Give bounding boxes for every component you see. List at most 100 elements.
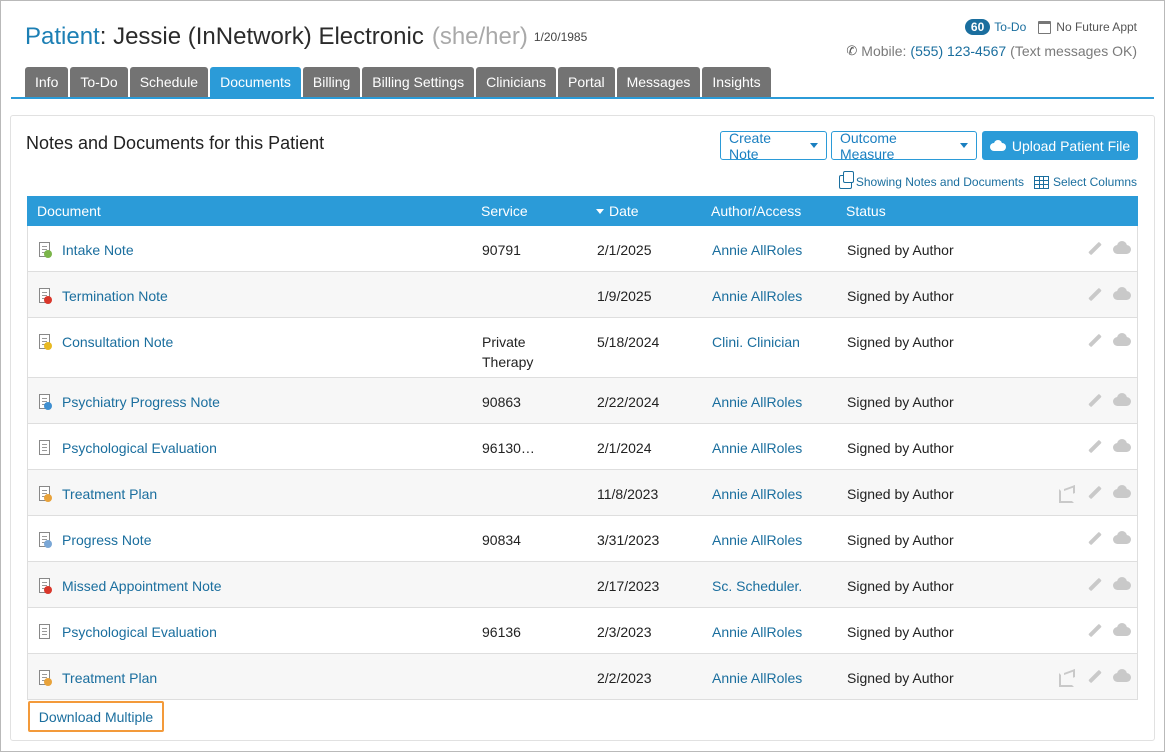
author-link[interactable]: Annie AllRoles [712,240,802,260]
no-future-appt-label: No Future Appt [1056,20,1137,34]
sort-desc-icon [596,208,604,214]
document-link[interactable]: Consultation Note [62,332,173,352]
cloud-download-icon[interactable] [1113,332,1131,350]
column-author[interactable]: Author/Access [711,196,801,226]
documents-panel: Notes and Documents for this Patient Cre… [10,115,1155,741]
author-link[interactable]: Annie AllRoles [712,530,802,550]
document-link[interactable]: Treatment Plan [62,668,157,688]
tab-billing[interactable]: Billing [302,67,361,97]
document-link[interactable]: Missed Appointment Note [62,576,222,596]
service-cell: 90834 [482,532,521,548]
pencil-icon[interactable] [1085,438,1103,456]
table-row: Treatment Plan 11/8/2023 Annie AllRoles Sig… [27,470,1138,516]
pencil-icon[interactable] [1085,332,1103,350]
column-date[interactable]: Date [596,196,639,226]
tab-info[interactable]: Info [25,67,69,97]
status-cell: Signed by Author [847,394,954,410]
author-link[interactable]: Annie AllRoles [712,668,802,688]
pencil-icon[interactable] [1085,530,1103,548]
cloud-download-icon[interactable] [1113,668,1131,686]
pencil-icon[interactable] [1085,576,1103,594]
create-note-button[interactable]: Create Note [720,130,827,162]
author-link[interactable]: Annie AllRoles [712,392,802,412]
cloud-download-icon[interactable] [1113,286,1131,304]
service-cell: Private Therapy [482,334,534,370]
treatment-plan-icon [38,670,52,686]
pencil-icon[interactable] [1085,668,1103,686]
tab-messages[interactable]: Messages [616,67,701,97]
document-link[interactable]: Treatment Plan [62,484,157,504]
document-link[interactable]: Psychological Evaluation [62,438,217,458]
tab-documents[interactable]: Documents [210,67,301,97]
evaluation-icon [38,624,52,640]
author-link[interactable]: Annie AllRoles [712,286,802,306]
document-link[interactable]: Psychological Evaluation [62,622,217,642]
date-cell: 2/22/2024 [597,394,660,410]
document-link[interactable]: Termination Note [62,286,168,306]
author-link[interactable]: Sc. Scheduler. [712,576,802,596]
table-row: Termination Note 1/9/2025 Annie AllRoles Si… [27,272,1138,318]
status-cell: Signed by Author [847,242,954,258]
author-link[interactable]: Annie AllRoles [712,622,802,642]
upload-file-label: Upload Patient File [1011,137,1131,154]
tab-insights[interactable]: Insights [702,67,771,97]
column-document[interactable]: Document [37,196,101,226]
author-link[interactable]: Annie AllRoles [712,484,802,504]
status-cell: Signed by Author [847,288,954,304]
upload-patient-file-button[interactable]: Upload Patient File [982,131,1138,160]
cloud-download-icon[interactable] [1113,438,1131,456]
app-window: Patient: Jessie (InNetwork) Electronic (s… [0,0,1165,752]
cloud-download-icon[interactable] [1113,530,1131,548]
status-cell: Signed by Author [847,532,954,548]
pencil-icon[interactable] [1085,392,1103,410]
todo-link[interactable]: 60 To-Do [964,19,1026,35]
column-service[interactable]: Service [481,196,528,226]
tab-portal[interactable]: Portal [558,67,615,97]
cloud-download-icon[interactable] [1113,576,1131,594]
status-cell: Signed by Author [847,624,954,640]
row-actions [1085,622,1131,640]
mobile-note: (Text messages OK) [1010,43,1137,59]
pencil-icon[interactable] [1085,622,1103,640]
tab-billing-settings[interactable]: Billing Settings [362,67,475,97]
document-link[interactable]: Progress Note [62,530,151,550]
author-link[interactable]: Clini. Clinician [712,332,800,352]
date-cell: 2/1/2024 [597,440,652,456]
patient-tabs: Info To-Do Schedule Documents Billing Bi… [25,67,771,97]
column-status[interactable]: Status [846,196,886,226]
page-title: Patient: Jessie (InNetwork) Electronic (s… [25,23,588,50]
cloud-download-icon[interactable] [1113,622,1131,640]
table-options: Showing Notes and Documents Select Colum… [838,171,1137,189]
date-cell: 2/2/2023 [597,670,652,686]
mobile-number[interactable]: (555) 123-4567 [910,43,1006,59]
panel-title: Notes and Documents for this Patient [26,133,325,153]
phone-icon: ✆ [846,43,858,58]
outcome-measure-button[interactable]: Outcome Measure [831,129,977,162]
chevron-down-icon [960,143,968,148]
table-row: Consultation Note Private Therapy 5/18/202… [27,318,1138,378]
tab-schedule[interactable]: Schedule [129,67,209,97]
document-link[interactable]: Intake Note [62,240,134,260]
cloud-download-icon[interactable] [1113,484,1131,502]
pencil-icon[interactable] [1085,484,1103,502]
tab-clinicians[interactable]: Clinicians [476,67,557,97]
share-icon[interactable] [1057,484,1075,503]
pencil-icon[interactable] [1085,286,1103,304]
cloud-download-icon[interactable] [1113,392,1131,410]
document-link[interactable]: Psychiatry Progress Note [62,392,220,412]
download-multiple-button[interactable]: Download Multiple [28,701,164,732]
tab-todo[interactable]: To-Do [70,67,128,97]
author-link[interactable]: Annie AllRoles [712,438,802,458]
pencil-icon[interactable] [1085,240,1103,258]
cloud-download-icon[interactable] [1113,240,1131,258]
status-cell: Signed by Author [847,578,954,594]
patient-label: Patient [25,23,100,50]
status-cell: Signed by Author [847,440,954,456]
table-row: Psychological Evaluation 96136 2/3/2023 Ann… [27,608,1138,654]
select-columns-link[interactable]: Select Columns [1033,175,1137,189]
outcome-measure-label: Outcome Measure [840,129,897,162]
showing-notes-link[interactable]: Showing Notes and Documents [838,171,1024,189]
status-cell: Signed by Author [847,486,954,502]
patient-pronouns: (she/her) [431,23,528,50]
share-icon[interactable] [1057,668,1075,687]
